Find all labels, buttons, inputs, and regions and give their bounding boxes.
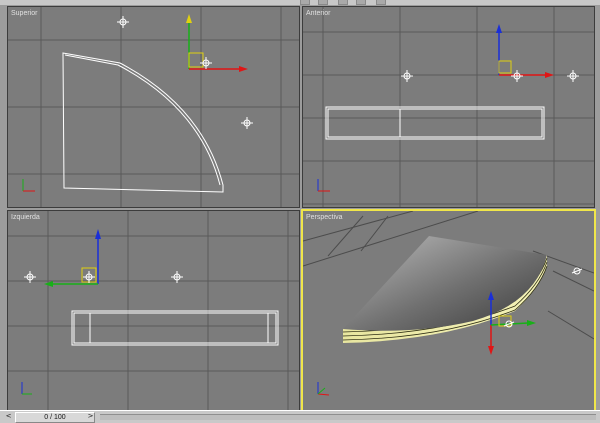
quarter-disc-wireframe[interactable] bbox=[325, 106, 545, 140]
viewport-left-canvas bbox=[8, 211, 299, 410]
main-toolbar-strip bbox=[0, 0, 600, 5]
helper-crosshair-icon[interactable] bbox=[511, 70, 523, 82]
axis-tripod-icon bbox=[21, 382, 32, 395]
helper-crosshair-icon[interactable] bbox=[241, 117, 253, 129]
viewport-label[interactable]: Anterior bbox=[306, 9, 331, 18]
viewport-front-canvas bbox=[303, 7, 594, 207]
time-slider-bar: < 0 / 100 > bbox=[0, 410, 600, 423]
axis-tripod-icon bbox=[317, 382, 330, 396]
toolbar-button[interactable] bbox=[356, 0, 366, 5]
toolbar-button[interactable] bbox=[338, 0, 348, 5]
viewport-top[interactable]: Superior bbox=[7, 6, 300, 208]
viewport-front[interactable]: Anterior bbox=[302, 6, 595, 208]
viewport-perspective[interactable]: Perspectiva bbox=[301, 209, 596, 412]
quarter-disc-3d[interactable] bbox=[342, 236, 548, 343]
gizmo-icon[interactable] bbox=[44, 229, 101, 287]
helper-crosshair-icon[interactable] bbox=[567, 70, 579, 82]
axis-tripod-icon bbox=[317, 179, 330, 192]
prev-frame-button[interactable]: < bbox=[4, 412, 13, 421]
gizmo-icon[interactable] bbox=[186, 14, 248, 72]
helper-crosshair-icon[interactable] bbox=[117, 16, 129, 28]
viewport-top-canvas bbox=[8, 7, 299, 207]
viewport-label[interactable]: Izquierda bbox=[11, 213, 40, 222]
axis-tripod-icon bbox=[22, 179, 35, 192]
viewport-perspective-canvas bbox=[303, 211, 594, 396]
viewport-label[interactable]: Perspectiva bbox=[306, 213, 343, 222]
grid bbox=[8, 7, 299, 207]
timeline-track[interactable] bbox=[100, 414, 596, 420]
helper-crosshair-icon[interactable] bbox=[571, 267, 583, 275]
toolbar-button[interactable] bbox=[318, 0, 328, 5]
viewport-left[interactable]: Izquierda bbox=[7, 210, 300, 411]
toolbar-button[interactable] bbox=[376, 0, 386, 5]
next-frame-button[interactable]: > bbox=[86, 412, 95, 421]
toolbar-button[interactable] bbox=[300, 0, 310, 5]
viewport-label[interactable]: Superior bbox=[11, 9, 37, 18]
quarter-disc-wireframe[interactable] bbox=[71, 310, 279, 346]
time-slider[interactable]: 0 / 100 bbox=[15, 412, 95, 423]
quarter-disc-wireframe[interactable] bbox=[62, 52, 224, 193]
helper-crosshair-icon[interactable] bbox=[401, 70, 413, 82]
